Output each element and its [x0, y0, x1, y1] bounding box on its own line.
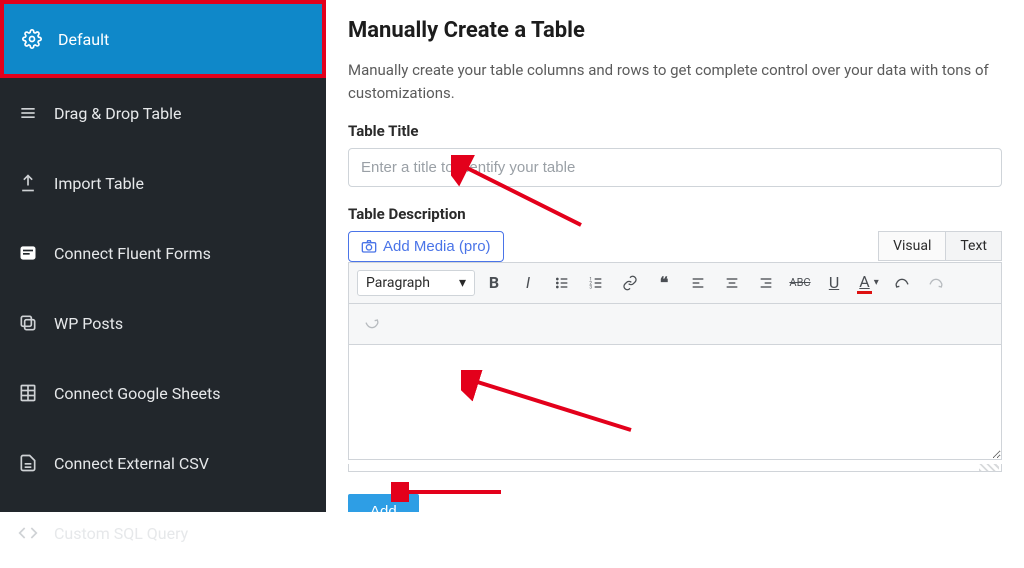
align-right-button[interactable]	[751, 269, 781, 297]
sidebar-item-label: Connect Fluent Forms	[54, 244, 211, 263]
sidebar-item-label: Drag & Drop Table	[54, 104, 181, 123]
sidebar-item-import[interactable]: Import Table	[0, 148, 326, 218]
text-color-button[interactable]: A▾	[853, 269, 883, 297]
align-left-button[interactable]	[683, 269, 713, 297]
sidebar-item-fluent-forms[interactable]: Connect Fluent Forms	[0, 218, 326, 288]
editor-toolbar-row2	[348, 304, 1002, 345]
camera-icon	[361, 238, 377, 254]
italic-button[interactable]: I	[513, 269, 543, 297]
chevron-down-icon: ▾	[459, 275, 466, 291]
table-description-label: Table Description	[348, 205, 1002, 223]
gear-icon	[22, 29, 42, 49]
redo-button[interactable]	[357, 310, 387, 338]
add-button[interactable]: Add	[348, 494, 419, 513]
sidebar-item-external-csv[interactable]: Connect External CSV	[0, 428, 326, 498]
sidebar-item-label: Connect Google Sheets	[54, 384, 221, 403]
sidebar-item-wp-posts[interactable]: WP Posts	[0, 288, 326, 358]
editor-toolbar: Paragraph ▾ B I 123 ❝ AB	[348, 262, 1002, 304]
numbered-list-button[interactable]: 123	[581, 269, 611, 297]
upload-icon	[18, 173, 38, 193]
format-select-label: Paragraph	[366, 275, 430, 291]
sidebar-item-label: WP Posts	[54, 314, 123, 333]
chevron-down-icon: ▾	[874, 277, 879, 288]
sidebar-item-label: Default	[58, 30, 109, 49]
bullet-list-button[interactable]	[547, 269, 577, 297]
format-select[interactable]: Paragraph ▾	[357, 270, 475, 296]
table-description-editor[interactable]	[348, 345, 1002, 460]
tab-visual[interactable]: Visual	[878, 231, 945, 261]
file-icon	[18, 453, 38, 473]
form-icon	[18, 243, 38, 263]
clear-formatting-button[interactable]	[887, 269, 917, 297]
underline-button[interactable]: U	[819, 269, 849, 297]
editor-mode-tabs: Visual Text	[878, 231, 1002, 261]
copy-icon	[18, 313, 38, 333]
page-title: Manually Create a Table	[348, 18, 1002, 43]
svg-text:3: 3	[589, 284, 592, 290]
sidebar-item-google-sheets[interactable]: Connect Google Sheets	[0, 358, 326, 428]
sidebar-item-default[interactable]: Default	[0, 0, 326, 78]
table-title-label: Table Title	[348, 122, 1002, 140]
table-title-input[interactable]	[348, 148, 1002, 187]
align-center-button[interactable]	[717, 269, 747, 297]
sidebar-item-drag-drop[interactable]: Drag & Drop Table	[0, 78, 326, 148]
undo-button[interactable]	[921, 269, 951, 297]
code-icon	[18, 523, 38, 543]
quote-button[interactable]: ❝	[649, 269, 679, 297]
list-icon	[18, 103, 38, 123]
sidebar-item-label: Custom SQL Query	[54, 524, 188, 543]
sidebar-item-label: Import Table	[54, 174, 144, 193]
sidebar-item-label: Connect External CSV	[54, 454, 209, 473]
bold-button[interactable]: B	[479, 269, 509, 297]
tab-text[interactable]: Text	[945, 231, 1002, 261]
link-button[interactable]	[615, 269, 645, 297]
resize-grip[interactable]	[348, 464, 1002, 472]
spreadsheet-icon	[18, 383, 38, 403]
add-media-label: Add Media (pro)	[383, 238, 491, 255]
page-description: Manually create your table columns and r…	[348, 59, 1002, 106]
add-media-button[interactable]: Add Media (pro)	[348, 231, 504, 262]
strikethrough-button[interactable]: ABC	[785, 269, 815, 297]
sidebar: Default Drag & Drop Table Import Table C…	[0, 0, 326, 512]
main-content: Manually Create a Table Manually create …	[326, 0, 1024, 512]
sidebar-item-sql-query[interactable]: Custom SQL Query	[0, 498, 326, 568]
